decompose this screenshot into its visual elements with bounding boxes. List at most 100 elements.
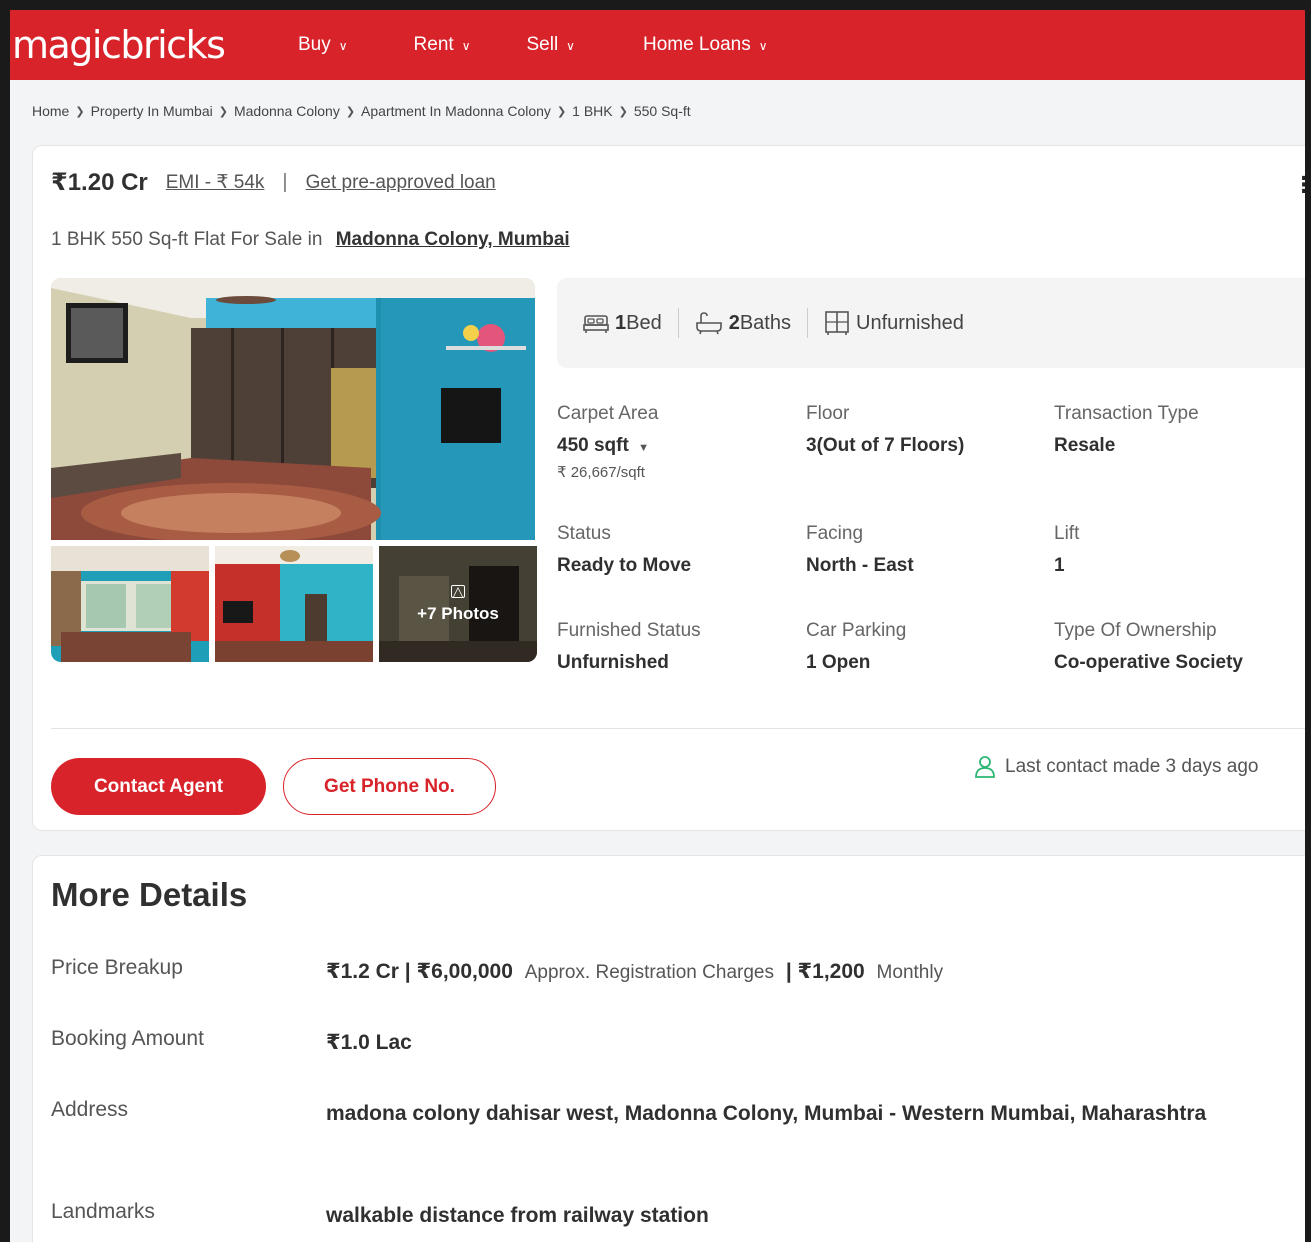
location-link[interactable]: Madonna Colony, Mumbai	[336, 229, 570, 250]
furnished-status-label: Furnished Status	[557, 620, 701, 641]
landmarks-value: walkable distance from railway station	[326, 1204, 709, 1227]
nav-sell[interactable]: Sell ∨	[526, 34, 574, 56]
nav-rent[interactable]: Rent ∨	[414, 34, 471, 56]
more-options-icon[interactable]: ⋮	[1293, 172, 1305, 198]
furnishing-summary: Unfurnished	[808, 310, 980, 336]
bed-icon	[583, 315, 609, 333]
carpet-area-text: 450 sqft	[557, 435, 629, 456]
status-detail: Status Ready to Move	[557, 523, 691, 577]
bathtub-icon	[695, 312, 722, 335]
maintenance-amount: | ₹1,200	[785, 960, 865, 983]
price-separator: |	[282, 171, 288, 193]
furnished-status-detail: Furnished Status Unfurnished	[557, 620, 701, 674]
nav-rent-label: Rent	[413, 34, 454, 55]
floor-value: 3(Out of 7 Floors)	[806, 435, 965, 456]
ownership-detail: Type Of Ownership Co-operative Society	[1054, 620, 1243, 674]
floor-detail: Floor 3(Out of 7 Floors)	[806, 403, 964, 457]
facing-label: Facing	[806, 523, 864, 544]
transaction-type-detail: Transaction Type Resale	[1054, 403, 1199, 457]
floor-label: Floor	[806, 403, 850, 424]
top-nav-bar: magicbricks Buy ∨ Rent ∨ Sell ∨ Home Loa…	[10, 10, 1305, 80]
more-details-card: More Details Price Breakup ₹1.2 Cr | ₹6,…	[32, 855, 1305, 1242]
furnished-status-value: Unfurnished	[557, 652, 669, 673]
chevron-down-icon: ∨	[566, 39, 575, 53]
facing-detail: Facing North - East	[806, 523, 914, 577]
car-parking-detail: Car Parking 1 Open	[806, 620, 906, 674]
price-breakup-price: ₹1.2 Cr | ₹6,00,000	[326, 960, 513, 983]
gallery-icon: △	[451, 582, 465, 599]
registration-charges-label: Approx. Registration Charges	[524, 962, 774, 983]
nav-home-loans[interactable]: Home Loans ∨	[643, 34, 768, 56]
listing-title: 1 BHK 550 Sq-ft Flat For Sale in Madonna…	[51, 229, 570, 251]
price-row: ₹1.20 Cr EMI - ₹ 54k | Get pre-approved …	[51, 168, 496, 197]
listing-card: ₹1.20 Cr EMI - ₹ 54k | Get pre-approved …	[32, 145, 1305, 831]
amenities-summary-bar: 1Bed 2Baths Unfurnished	[557, 278, 1305, 368]
lift-value: 1	[1054, 555, 1065, 576]
chevron-right-icon: ❯	[345, 105, 356, 118]
car-parking-label: Car Parking	[806, 620, 907, 641]
ownership-value: Co-operative Society	[1054, 652, 1243, 673]
chevron-right-icon: ❯	[556, 105, 567, 118]
breadcrumb-madonna-colony[interactable]: Madonna Colony	[234, 103, 340, 119]
chevron-down-icon: ∨	[461, 39, 471, 53]
bed-count: 1	[615, 311, 627, 334]
more-details-title: More Details	[51, 876, 248, 913]
nav-sell-label: Sell	[526, 34, 559, 55]
thumbnail-photo-2[interactable]	[215, 546, 373, 662]
facing-value: North - East	[806, 555, 914, 576]
page-frame: magicbricks Buy ∨ Rent ∨ Sell ∨ Home Loa…	[0, 0, 1311, 1242]
contact-agent-button[interactable]: Contact Agent	[51, 758, 266, 815]
address-label: Address	[51, 1098, 129, 1121]
last-contact-text: Last contact made 3 days ago	[1005, 756, 1259, 777]
bed-summary: 1Bed	[567, 312, 678, 335]
living-room-photo-image	[51, 546, 209, 662]
get-phone-button[interactable]: Get Phone No.	[283, 758, 496, 815]
chevron-down-icon: ∨	[338, 39, 348, 53]
breadcrumb-home[interactable]: Home	[32, 103, 69, 119]
maintenance-period: Monthly	[876, 962, 944, 983]
breadcrumb-bhk[interactable]: 1 BHK	[572, 103, 612, 119]
pre-approved-loan-link[interactable]: Get pre-approved loan	[306, 172, 496, 194]
breadcrumb-apartment[interactable]: Apartment In Madonna Colony	[361, 103, 551, 119]
section-divider	[51, 728, 1305, 729]
status-value: Ready to Move	[557, 555, 692, 576]
thumbnail-more-photos[interactable]: △ +7 Photos	[379, 546, 537, 662]
nav-buy[interactable]: Buy ∨	[298, 34, 348, 56]
booking-amount-label: Booking Amount	[51, 1027, 204, 1050]
furnishing-label: Unfurnished	[856, 311, 964, 334]
bed-label: Bed	[626, 311, 662, 334]
transaction-type-label: Transaction Type	[1054, 403, 1199, 424]
breadcrumb: Home ❯ Property In Mumbai ❯ Madonna Colo…	[32, 103, 691, 119]
last-contact-info: Last contact made 3 days ago	[975, 756, 1259, 778]
caret-down-icon: ▼	[638, 442, 649, 454]
wardrobe-icon	[825, 311, 849, 335]
more-photos-overlay: △ +7 Photos	[379, 546, 537, 662]
ownership-label: Type Of Ownership	[1054, 620, 1217, 641]
car-parking-value: 1 Open	[806, 652, 871, 673]
carpet-area-label: Carpet Area	[557, 403, 659, 424]
bath-count: 2	[728, 311, 740, 334]
nav-home-loans-label: Home Loans	[642, 34, 751, 55]
chevron-right-icon: ❯	[618, 105, 628, 118]
carpet-area-detail: Carpet Area 450 sqft ▼ ₹ 26,667/sqft	[557, 403, 658, 481]
lift-label: Lift	[1054, 523, 1080, 544]
bath-summary: 2Baths	[679, 311, 807, 335]
emi-link[interactable]: EMI - ₹ 54k	[166, 171, 265, 194]
listing-title-text: 1 BHK 550 Sq-ft Flat For Sale in	[51, 229, 323, 250]
chevron-down-icon: ∨	[758, 39, 768, 53]
booking-amount-value: ₹1.0 Lac	[326, 1031, 412, 1054]
breadcrumb-property-in-mumbai[interactable]: Property In Mumbai	[91, 103, 213, 119]
listing-price: ₹1.20 Cr	[51, 169, 148, 196]
user-icon	[975, 756, 995, 778]
carpet-area-value[interactable]: 450 sqft ▼	[557, 435, 658, 457]
landmarks-label: Landmarks	[51, 1200, 155, 1223]
more-photos-count: +7 Photos	[417, 603, 499, 623]
thumbnail-photo-1[interactable]	[51, 546, 209, 662]
lift-detail: Lift 1	[1054, 523, 1079, 577]
main-property-photo[interactable]	[51, 278, 535, 540]
status-label: Status	[557, 523, 611, 544]
chevron-right-icon: ❯	[218, 105, 228, 118]
magicbricks-logo[interactable]: magicbricks	[12, 23, 282, 67]
price-per-sqft: ₹ 26,667/sqft	[557, 464, 645, 481]
price-breakup-label: Price Breakup	[51, 956, 183, 979]
